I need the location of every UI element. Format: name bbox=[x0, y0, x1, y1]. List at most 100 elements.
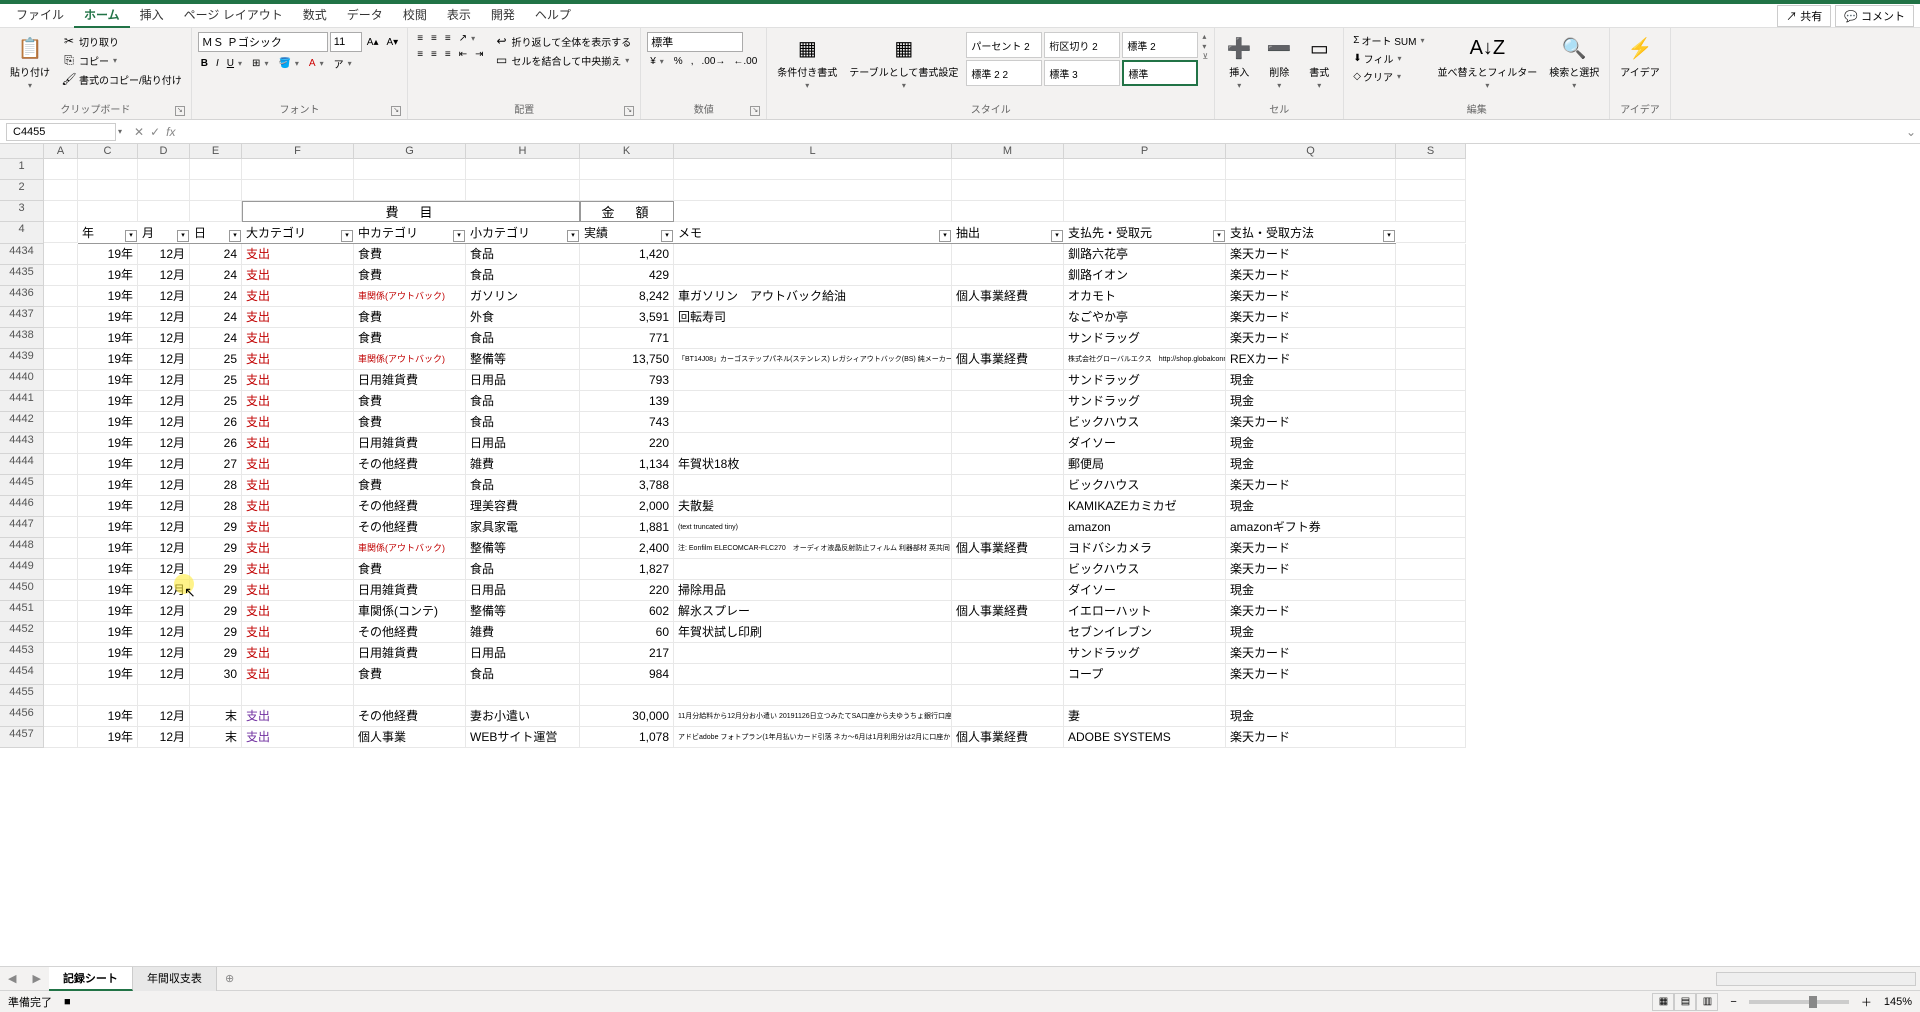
cell[interactable]: 日用品 bbox=[466, 643, 580, 664]
cell[interactable]: 食費 bbox=[354, 307, 466, 328]
cell[interactable]: 個人事業経費 bbox=[952, 727, 1064, 748]
filter-dropdown-icon[interactable]: ▾ bbox=[229, 230, 241, 242]
cell[interactable] bbox=[674, 328, 952, 349]
cell[interactable] bbox=[44, 727, 78, 748]
cell[interactable] bbox=[1396, 412, 1466, 433]
cell[interactable] bbox=[138, 685, 190, 706]
cell[interactable] bbox=[44, 454, 78, 475]
cell[interactable]: 食費 bbox=[354, 559, 466, 580]
cell[interactable] bbox=[44, 664, 78, 685]
column-header[interactable]: C bbox=[78, 144, 138, 159]
cell[interactable]: 19年 bbox=[78, 370, 138, 391]
menu-表示[interactable]: 表示 bbox=[437, 3, 481, 28]
conditional-format-button[interactable]: ▦条件付き書式▾ bbox=[773, 32, 841, 92]
cell[interactable]: 車関係(アウトバック) bbox=[354, 349, 466, 370]
cell[interactable]: 1,134 bbox=[580, 454, 674, 475]
align-middle-button[interactable]: ≡ bbox=[428, 32, 440, 45]
cell[interactable]: 整備等 bbox=[466, 538, 580, 559]
cell[interactable]: 24 bbox=[190, 307, 242, 328]
cell[interactable] bbox=[674, 244, 952, 265]
cell[interactable]: 支出 bbox=[242, 244, 354, 265]
cell[interactable] bbox=[1396, 159, 1466, 180]
cell[interactable]: 19年 bbox=[78, 643, 138, 664]
decrease-decimal-button[interactable]: ←.00 bbox=[730, 55, 760, 68]
align-right-button[interactable]: ≡ bbox=[442, 48, 454, 61]
cell[interactable] bbox=[674, 643, 952, 664]
cell[interactable]: 29 bbox=[190, 601, 242, 622]
cell[interactable]: イエローハット bbox=[1064, 601, 1226, 622]
cell[interactable]: 12月 bbox=[138, 706, 190, 727]
cell[interactable] bbox=[78, 180, 138, 201]
cell[interactable] bbox=[1396, 370, 1466, 391]
row-header[interactable]: 4435 bbox=[0, 265, 44, 286]
row-header[interactable]: 4452 bbox=[0, 622, 44, 643]
cell[interactable]: 26 bbox=[190, 433, 242, 454]
column-filter-header[interactable]: 小カテゴリ▾ bbox=[466, 222, 580, 244]
cell[interactable] bbox=[78, 159, 138, 180]
cell[interactable]: 2,400 bbox=[580, 538, 674, 559]
cell[interactable] bbox=[1396, 222, 1466, 243]
cell[interactable] bbox=[466, 180, 580, 201]
cell[interactable] bbox=[1396, 307, 1466, 328]
gallery-down-icon[interactable]: ▾ bbox=[1202, 42, 1208, 51]
cell[interactable]: 郵便局 bbox=[1064, 454, 1226, 475]
cell[interactable]: 19年 bbox=[78, 601, 138, 622]
cell[interactable]: 19年 bbox=[78, 475, 138, 496]
fx-icon[interactable]: fx bbox=[166, 125, 175, 139]
page-break-view-button[interactable]: ▥ bbox=[1696, 993, 1718, 1011]
cell[interactable] bbox=[952, 559, 1064, 580]
wrap-text-button[interactable]: ↩折り返して全体を表示する bbox=[491, 32, 635, 50]
cell[interactable]: 掃除用品 bbox=[674, 580, 952, 601]
cell[interactable] bbox=[44, 222, 78, 243]
cell[interactable]: 個人事業 bbox=[354, 727, 466, 748]
underline-button[interactable]: U▾ bbox=[224, 57, 247, 70]
cell[interactable]: 12月 bbox=[138, 664, 190, 685]
row-header[interactable]: 4439 bbox=[0, 349, 44, 370]
cell[interactable]: サンドラッグ bbox=[1064, 391, 1226, 412]
style-cell[interactable]: 桁区切り 2 bbox=[1044, 32, 1120, 58]
cell[interactable]: 楽天カード bbox=[1226, 286, 1396, 307]
cell[interactable]: 食品 bbox=[466, 475, 580, 496]
cell[interactable]: 車関係(コンテ) bbox=[354, 601, 466, 622]
row-header[interactable]: 4450 bbox=[0, 580, 44, 601]
cell[interactable] bbox=[1396, 244, 1466, 265]
cell[interactable]: 日用品 bbox=[466, 433, 580, 454]
cell[interactable]: サンドラッグ bbox=[1064, 370, 1226, 391]
decrease-font-button[interactable]: A▾ bbox=[383, 36, 401, 49]
cell[interactable]: 支出 bbox=[242, 538, 354, 559]
cell[interactable] bbox=[952, 180, 1064, 201]
dialog-launcher-icon[interactable]: ↘ bbox=[391, 106, 401, 116]
cell[interactable]: 楽天カード bbox=[1226, 475, 1396, 496]
cell[interactable]: 3,591 bbox=[580, 307, 674, 328]
cell[interactable] bbox=[952, 664, 1064, 685]
cell[interactable]: 19年 bbox=[78, 265, 138, 286]
dialog-launcher-icon[interactable]: ↘ bbox=[175, 106, 185, 116]
row-header[interactable]: 4437 bbox=[0, 307, 44, 328]
column-filter-header[interactable]: 中カテゴリ▾ bbox=[354, 222, 466, 244]
horizontal-scrollbar[interactable] bbox=[1716, 972, 1916, 986]
cell[interactable]: 139 bbox=[580, 391, 674, 412]
cell[interactable] bbox=[952, 159, 1064, 180]
column-header[interactable]: P bbox=[1064, 144, 1226, 159]
cell[interactable] bbox=[190, 201, 242, 222]
cell[interactable]: 日用雑貨費 bbox=[354, 643, 466, 664]
decrease-indent-button[interactable]: ⇤ bbox=[456, 48, 470, 61]
cell[interactable]: 12月 bbox=[138, 559, 190, 580]
cell[interactable]: 12月 bbox=[138, 412, 190, 433]
cell[interactable]: amazonギフト券 bbox=[1226, 517, 1396, 538]
cell[interactable]: 支出 bbox=[242, 265, 354, 286]
sheet-tab[interactable]: 年間収支表 bbox=[133, 967, 217, 991]
bold-button[interactable]: B bbox=[198, 57, 211, 70]
row-header[interactable]: 4457 bbox=[0, 727, 44, 748]
cell[interactable] bbox=[1396, 538, 1466, 559]
cell[interactable]: 外食 bbox=[466, 307, 580, 328]
style-cell[interactable]: 標準 2 bbox=[1122, 32, 1198, 58]
cell[interactable]: 8,242 bbox=[580, 286, 674, 307]
cell[interactable]: 3,788 bbox=[580, 475, 674, 496]
cell[interactable]: 食費 bbox=[354, 265, 466, 286]
cell[interactable]: その他経費 bbox=[354, 517, 466, 538]
cell[interactable] bbox=[1226, 685, 1396, 706]
cell[interactable] bbox=[952, 580, 1064, 601]
cell[interactable]: 30 bbox=[190, 664, 242, 685]
cell[interactable] bbox=[44, 433, 78, 454]
